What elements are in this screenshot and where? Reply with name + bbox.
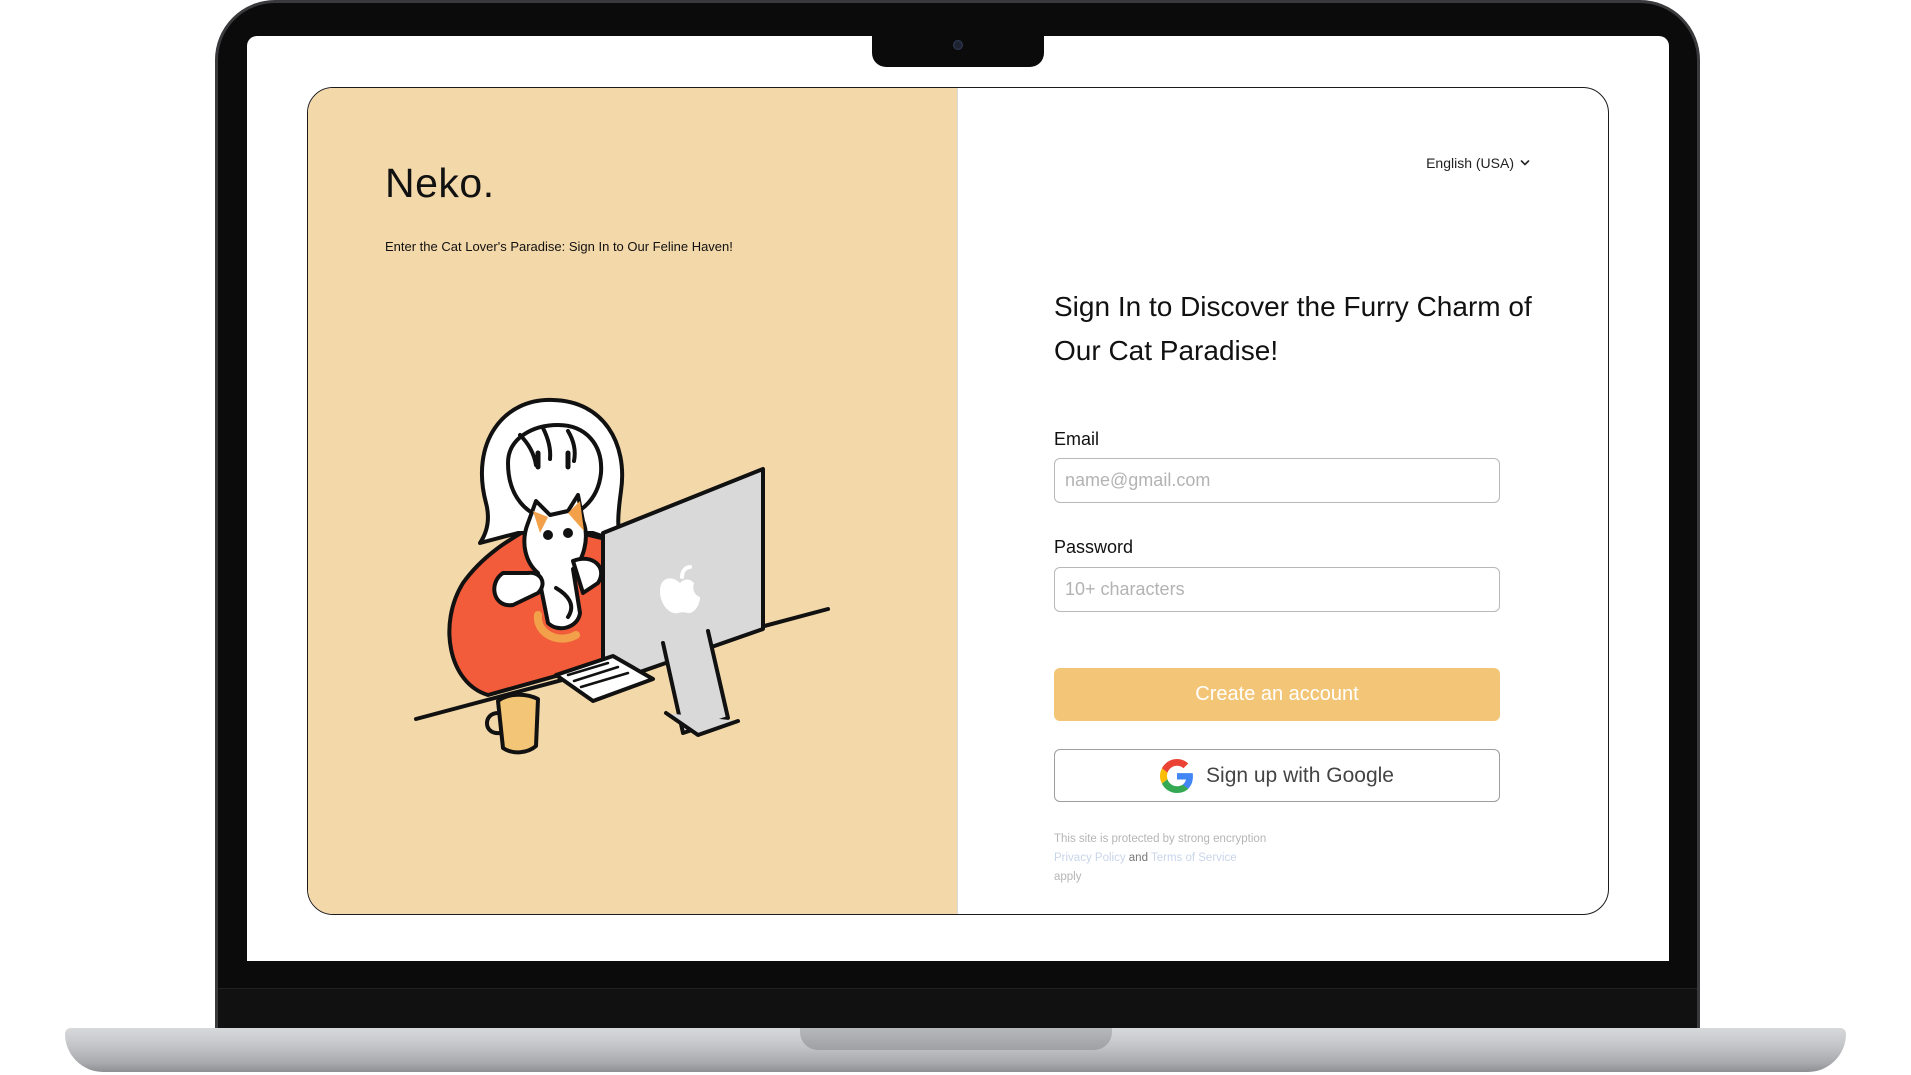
auth-card: Neko. Enter the Cat Lover's Paradise: Si… [307, 87, 1609, 915]
email-field[interactable] [1054, 458, 1500, 503]
laptop-chin [218, 988, 1697, 1028]
footnote-and: and [1128, 852, 1148, 864]
legal-footnote: This site is protected by strong encrypt… [1054, 830, 1294, 887]
brand-tagline: Enter the Cat Lover's Paradise: Sign In … [385, 239, 733, 254]
brand-logo: Neko. [385, 160, 495, 206]
chevron-down-icon [1520, 160, 1530, 166]
language-selector[interactable]: English (USA) [1426, 155, 1530, 171]
camera-notch [872, 33, 1044, 67]
brand-panel: Neko. Enter the Cat Lover's Paradise: Si… [308, 88, 958, 914]
create-account-button[interactable]: Create an account [1054, 668, 1500, 721]
google-button-label: Sign up with Google [1206, 763, 1394, 787]
encryption-note: This site is protected by strong encrypt… [1054, 833, 1267, 845]
google-icon [1160, 758, 1193, 793]
password-label: Password [1054, 537, 1134, 557]
privacy-policy-link[interactable]: Privacy Policy [1054, 852, 1126, 864]
laptop-base-notch [800, 1028, 1112, 1050]
girl-with-cat-illustration [414, 397, 830, 755]
laptop-base [65, 1028, 1846, 1072]
email-label: Email [1054, 429, 1100, 449]
language-selector-label: English (USA) [1426, 155, 1514, 171]
camera-icon [953, 40, 963, 50]
terms-of-service-link[interactable]: Terms of Service [1151, 852, 1237, 864]
google-sign-up-button[interactable]: Sign up with Google [1054, 749, 1500, 802]
sign-in-panel: English (USA) Sign In to Discover the Fu… [959, 88, 1608, 914]
laptop-screen: Neko. Enter the Cat Lover's Paradise: Si… [247, 36, 1669, 961]
footnote-apply: apply [1054, 871, 1082, 883]
password-field[interactable] [1054, 567, 1500, 612]
page-title: Sign In to Discover the Furry Charm of O… [1054, 291, 1532, 366]
